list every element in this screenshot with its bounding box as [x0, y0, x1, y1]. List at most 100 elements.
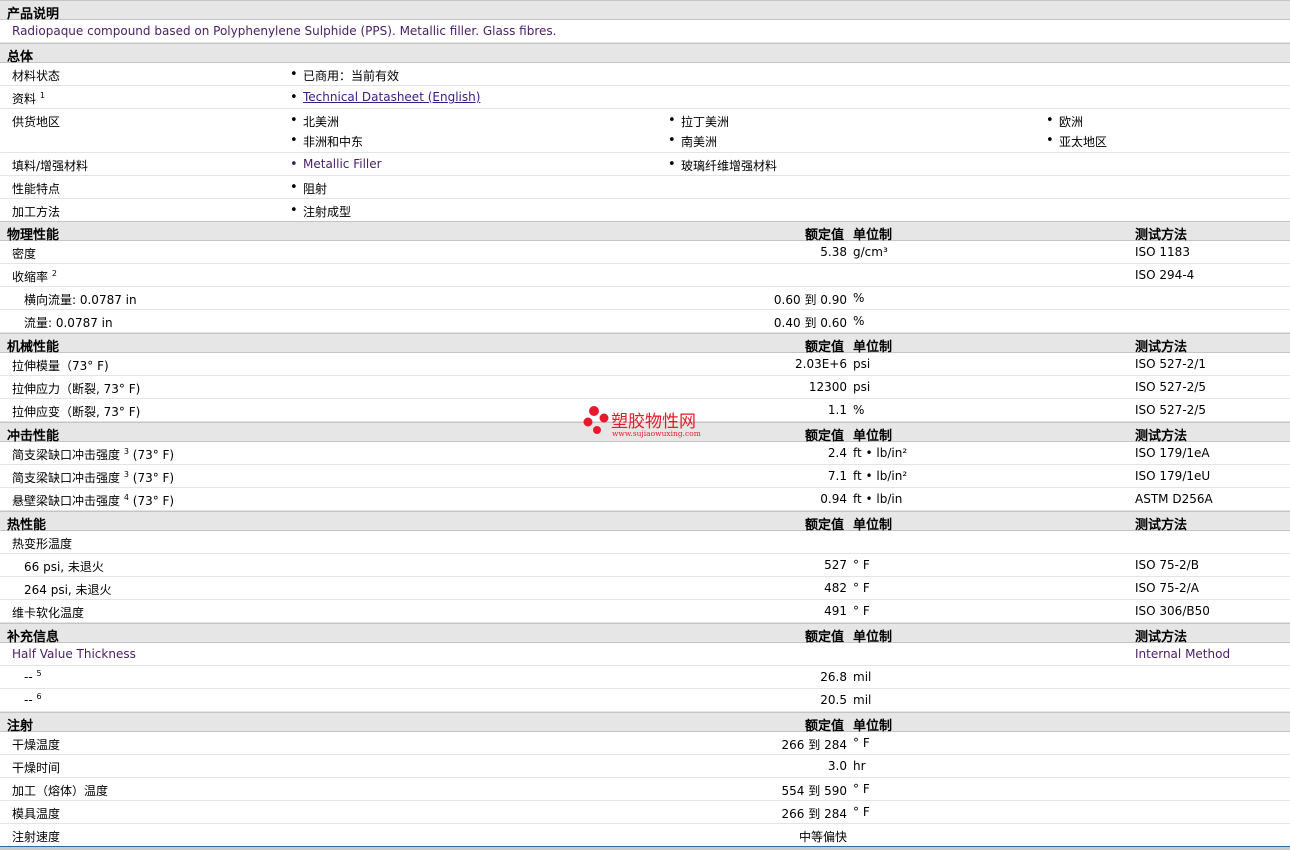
- region-item: 拉丁美洲: [668, 113, 729, 130]
- property-label: 模具温度: [12, 807, 61, 821]
- mechanical-row: 拉伸模量（73° F) 2.03E+6 psi ISO 527-2/1: [0, 353, 1290, 376]
- test-method: ISO 75-2/B: [1135, 558, 1199, 572]
- description-row: Radiopaque compound based on Polyphenyle…: [0, 20, 1290, 43]
- property-value: 中等偏快: [798, 830, 847, 844]
- property-label: 维卡软化温度: [12, 606, 85, 620]
- property-label: 拉伸模量（73° F): [12, 359, 109, 373]
- property-unit: ° F: [853, 805, 870, 819]
- test-method: ISO 527-2/1: [1135, 357, 1206, 371]
- status-label: 材料状态: [12, 69, 61, 83]
- shrink-row: 收缩率 2 ISO 294-4: [0, 264, 1290, 287]
- injection-row: 干燥温度 266 到 284 ° F: [0, 732, 1290, 755]
- features-row: 性能特点 阻射: [0, 176, 1290, 199]
- test-method: ISO 179/1eU: [1135, 469, 1211, 483]
- property-label: 66 psi, 未退火: [24, 560, 104, 574]
- region-item: 非洲和中东: [290, 133, 363, 150]
- property-value: 482: [824, 581, 847, 595]
- property-unit: ft • lb/in²: [853, 469, 908, 483]
- property-unit: ° F: [853, 581, 870, 595]
- vicat-row: 维卡软化温度 491 ° F ISO 306/B50: [0, 600, 1290, 623]
- property-label: Half Value Thickness: [12, 647, 136, 661]
- section-header-thermal: 热性能 额定值 单位制 测试方法: [0, 511, 1290, 533]
- injection-row: 注射速度 中等偏快: [0, 824, 1290, 847]
- property-value: 266 到 284: [781, 807, 847, 821]
- property-label: 收缩率 2: [12, 269, 57, 285]
- property-label: 264 psi, 未退火: [24, 583, 112, 597]
- filler-row: 填料/增强材料 Metallic Filler 玻璃纤维增强材料: [0, 153, 1290, 176]
- region-item: 北美洲: [290, 113, 339, 130]
- test-method: ISO 306/B50: [1135, 604, 1210, 618]
- property-label: 简支梁缺口冲击强度 3 (73° F): [12, 470, 175, 486]
- property-unit: mil: [853, 693, 872, 707]
- density-row: 密度 5.38 g/cm³ ISO 1183: [0, 241, 1290, 264]
- property-value: 1.1: [827, 403, 847, 417]
- property-value: 0.40 到 0.60: [773, 316, 847, 330]
- docs-row: 资料 1 Technical Datasheet (English): [0, 86, 1290, 109]
- shrink-sub-row: 横向流量: 0.0787 in 0.60 到 0.90 %: [0, 287, 1290, 310]
- region-item: 亚太地区: [1046, 133, 1107, 150]
- hdt-row: 热变形温度: [0, 531, 1290, 554]
- impact-row: 简支梁缺口冲击强度 3 (73° F) 7.1 ft • lb/in² ISO …: [0, 465, 1290, 488]
- injection-row: 加工（熔体）温度 554 到 590 ° F: [0, 778, 1290, 801]
- mechanical-row: 拉伸应力（断裂, 73° F) 12300 psi ISO 527-2/5: [0, 376, 1290, 399]
- property-unit: psi: [853, 357, 871, 371]
- property-value: 554 到 590: [781, 784, 847, 798]
- test-method: ASTM D256A: [1135, 492, 1213, 506]
- section-header-physical: 物理性能 额定值 单位制 测试方法: [0, 221, 1290, 243]
- property-label: 拉伸应力（断裂, 73° F): [12, 382, 141, 396]
- section-header-injection: 注射 额定值 单位制: [0, 712, 1290, 734]
- section-header-description: 产品说明: [0, 0, 1290, 22]
- test-method: ISO 527-2/5: [1135, 380, 1206, 394]
- property-label: 密度: [12, 247, 37, 261]
- test-method: ISO 527-2/5: [1135, 403, 1206, 417]
- property-label: 注射速度: [12, 830, 61, 844]
- thermal-sub-row: 264 psi, 未退火 482 ° F ISO 75-2/A: [0, 577, 1290, 600]
- property-unit: mil: [853, 670, 872, 684]
- test-method: ISO 294-4: [1135, 268, 1195, 282]
- processing-label: 加工方法: [12, 205, 61, 219]
- property-value: 491: [824, 604, 847, 618]
- property-label: 悬壁梁缺口冲击强度 4 (73° F): [12, 493, 175, 509]
- test-method: Internal Method: [1135, 647, 1231, 661]
- filler-item: 玻璃纤维增强材料: [668, 157, 777, 174]
- property-unit: psi: [853, 380, 871, 394]
- property-unit: hr: [853, 759, 866, 773]
- test-method: ISO 179/1eA: [1135, 446, 1210, 460]
- docs-label: 资料 1: [12, 91, 45, 107]
- impact-row: 简支梁缺口冲击强度 3 (73° F) 2.4 ft • lb/in² ISO …: [0, 442, 1290, 465]
- property-unit: ° F: [853, 558, 870, 572]
- property-label: 干燥时间: [12, 761, 61, 775]
- property-label: 加工（熔体）温度: [12, 784, 109, 798]
- injection-row: 干燥时间 3.0 hr: [0, 755, 1290, 778]
- property-label: -- 5: [24, 669, 42, 685]
- datasheet-link[interactable]: Technical Datasheet (English): [303, 90, 480, 104]
- property-value: 0.94: [820, 492, 847, 506]
- property-label: -- 6: [24, 692, 42, 708]
- filler-label: 填料/增强材料: [12, 159, 89, 173]
- property-label: 简支梁缺口冲击强度 3 (73° F): [12, 447, 175, 463]
- status-row: 材料状态 已商用：当前有效: [0, 63, 1290, 86]
- processing-row: 加工方法 注射成型: [0, 199, 1290, 222]
- property-value: 26.8: [820, 670, 847, 684]
- property-value: 527: [824, 558, 847, 572]
- property-unit: ft • lb/in²: [853, 446, 908, 460]
- property-label: 拉伸应变（断裂, 73° F): [12, 405, 141, 419]
- property-unit: ° F: [853, 604, 870, 618]
- impact-row: 悬壁梁缺口冲击强度 4 (73° F) 0.94 ft • lb/in ASTM…: [0, 488, 1290, 511]
- property-unit: %: [853, 314, 865, 328]
- property-value: 7.1: [827, 469, 847, 483]
- regions-label: 供货地区: [12, 115, 61, 129]
- page-bottom-border: [0, 846, 1290, 850]
- hvt-sub-row: -- 5 26.8 mil: [0, 666, 1290, 689]
- section-header-supplemental: 补充信息 额定值 单位制 测试方法: [0, 623, 1290, 645]
- property-unit: %: [853, 291, 865, 305]
- property-value: 2.4: [827, 446, 847, 460]
- property-value: 2.03E+6: [795, 357, 847, 371]
- region-item: 欧洲: [1046, 113, 1083, 130]
- property-value: 20.5: [820, 693, 847, 707]
- watermark-dots-icon: [583, 406, 609, 434]
- thermal-sub-row: 66 psi, 未退火 527 ° F ISO 75-2/B: [0, 554, 1290, 577]
- hvt-row: Half Value Thickness Internal Method: [0, 643, 1290, 666]
- watermark-url: www.sujiaowuxing.com: [612, 429, 701, 438]
- property-unit: ft • lb/in: [853, 492, 903, 506]
